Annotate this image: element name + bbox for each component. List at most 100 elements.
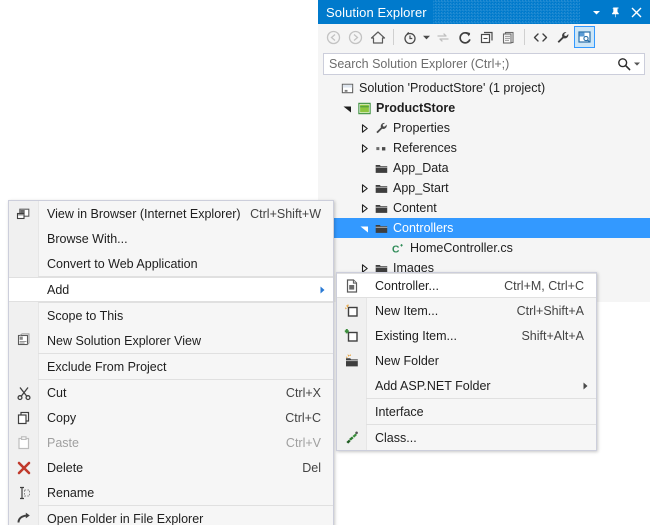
pending-changes-caret-icon[interactable] bbox=[421, 26, 431, 48]
copy-icon bbox=[9, 405, 38, 430]
tree-item-app-start[interactable]: App_Start bbox=[318, 178, 650, 198]
class-icon bbox=[337, 425, 366, 450]
back-icon[interactable] bbox=[323, 26, 344, 48]
submenu-arrow-icon bbox=[315, 286, 333, 294]
no-icon bbox=[9, 277, 38, 302]
menu-item-add-asp-net-folder[interactable]: Add ASP.NET Folder bbox=[337, 373, 596, 398]
forward-icon[interactable] bbox=[345, 26, 366, 48]
view-code-icon[interactable] bbox=[530, 26, 551, 48]
tree-item-productstore[interactable]: ProductStore bbox=[318, 98, 650, 118]
refresh-icon[interactable] bbox=[454, 26, 475, 48]
menu-item-new-solution-explorer-view[interactable]: New Solution Explorer View bbox=[9, 328, 333, 353]
menu-item-label: Interface bbox=[375, 404, 424, 419]
menu-item-view-in-browser-internet-explorer[interactable]: View in Browser (Internet Explorer) Ctrl+… bbox=[9, 201, 333, 226]
menu-item-label: Browse With... bbox=[47, 231, 128, 246]
tree-expander-icon[interactable] bbox=[373, 238, 389, 258]
menu-item-label: Copy bbox=[47, 410, 77, 425]
menu-item-open-folder-in-file-explorer[interactable]: Open Folder in File Explorer bbox=[9, 506, 333, 525]
menu-item-label: View in Browser (Internet Explorer) bbox=[47, 206, 241, 221]
scissors-icon bbox=[9, 380, 38, 405]
tree-item-controllers[interactable]: Controllers bbox=[318, 218, 650, 238]
menu-item-new-folder[interactable]: New Folder bbox=[337, 348, 596, 373]
menu-item-cut[interactable]: Cut Ctrl+X bbox=[9, 380, 333, 405]
tree-expander-icon[interactable] bbox=[339, 98, 355, 118]
toolbar-separator-1 bbox=[393, 29, 394, 45]
menu-item-controller[interactable]: Controller... Ctrl+M, Ctrl+C bbox=[337, 273, 596, 298]
panel-title: Solution Explorer bbox=[326, 4, 427, 20]
menu-item-label: Cut bbox=[47, 385, 67, 400]
new-folder-icon bbox=[337, 348, 366, 373]
menu-item-new-item[interactable]: New Item... Ctrl+Shift+A bbox=[337, 298, 596, 323]
folder-icon bbox=[372, 178, 390, 198]
menu-item-shortcut: Ctrl+M, Ctrl+C bbox=[504, 278, 584, 293]
tree-item-content[interactable]: Content bbox=[318, 198, 650, 218]
properties-icon[interactable] bbox=[552, 26, 573, 48]
menu-item-exclude-from-project[interactable]: Exclude From Project bbox=[9, 354, 333, 379]
search-input[interactable]: Search Solution Explorer (Ctrl+;) bbox=[324, 57, 614, 71]
rename-icon bbox=[9, 480, 38, 505]
panel-dropdown-icon[interactable] bbox=[586, 0, 606, 24]
menu-item-label: Add ASP.NET Folder bbox=[375, 378, 491, 393]
menu-item-delete[interactable]: Delete Del bbox=[9, 455, 333, 480]
tree-expander-icon[interactable] bbox=[356, 198, 372, 218]
tree-item-label: ProductStore bbox=[376, 101, 456, 115]
references-icon bbox=[372, 138, 390, 158]
close-icon[interactable] bbox=[626, 0, 650, 24]
paste-icon bbox=[9, 430, 38, 455]
pin-icon[interactable] bbox=[606, 0, 626, 24]
tree-item-app-data[interactable]: App_Data bbox=[318, 158, 650, 178]
tree-item-label: App_Start bbox=[393, 181, 449, 195]
menu-item-scope-to-this[interactable]: Scope to This bbox=[9, 303, 333, 328]
folder-icon bbox=[372, 218, 390, 238]
menu-item-shortcut: Ctrl+C bbox=[285, 410, 321, 425]
solution-tree[interactable]: Solution 'ProductStore' (1 project) Prod… bbox=[318, 78, 650, 302]
menu-item-label: Rename bbox=[47, 485, 95, 500]
menu-item-label: Paste bbox=[47, 435, 79, 450]
search-solution-explorer-box[interactable]: Search Solution Explorer (Ctrl+;) bbox=[323, 53, 645, 75]
menu-item-class[interactable]: Class... bbox=[337, 425, 596, 450]
no-icon bbox=[337, 399, 366, 424]
preview-selected-items-icon[interactable] bbox=[574, 26, 595, 48]
show-all-files-icon[interactable] bbox=[498, 26, 519, 48]
menu-item-label: Add bbox=[47, 282, 70, 297]
tree-item-label: HomeController.cs bbox=[410, 241, 513, 255]
tree-expander-icon[interactable] bbox=[356, 218, 372, 238]
tree-item-label: Solution 'ProductStore' (1 project) bbox=[359, 81, 546, 95]
pending-changes-icon[interactable] bbox=[399, 26, 420, 48]
collapse-all-icon[interactable] bbox=[476, 26, 497, 48]
titlebar-drag-handle[interactable] bbox=[432, 0, 580, 24]
home-icon[interactable] bbox=[367, 26, 388, 48]
properties-wrench-icon bbox=[372, 118, 390, 138]
tree-expander-icon[interactable] bbox=[356, 158, 372, 178]
menu-item-shortcut: Ctrl+V bbox=[285, 435, 321, 450]
tree-expander-icon[interactable] bbox=[356, 138, 372, 158]
menu-item-convert-to-web-application[interactable]: Convert to Web Application bbox=[9, 251, 333, 276]
solution-explorer-panel: Solution Explorer Search Solution Explor… bbox=[318, 0, 650, 302]
menu-item-copy[interactable]: Copy Ctrl+C bbox=[9, 405, 333, 430]
tree-expander-icon[interactable] bbox=[356, 118, 372, 138]
menu-item-interface[interactable]: Interface bbox=[337, 399, 596, 424]
no-icon bbox=[337, 373, 366, 398]
tree-item-label: Properties bbox=[393, 121, 450, 135]
tree-expander-icon[interactable] bbox=[356, 178, 372, 198]
tree-item-homecontroller-cs[interactable]: C HomeController.cs bbox=[318, 238, 650, 258]
menu-item-label: Convert to Web Application bbox=[47, 256, 198, 271]
menu-item-label: Open Folder in File Explorer bbox=[47, 511, 204, 525]
tree-item-properties[interactable]: Properties bbox=[318, 118, 650, 138]
menu-item-add[interactable]: Add bbox=[9, 277, 333, 302]
magnifier-icon[interactable] bbox=[614, 57, 634, 71]
tree-expander-icon[interactable] bbox=[322, 78, 338, 98]
tree-item-solution-productstore-1-project[interactable]: Solution 'ProductStore' (1 project) bbox=[318, 78, 650, 98]
new-solution-explorer-view-icon bbox=[9, 328, 38, 353]
delete-x-icon bbox=[9, 455, 38, 480]
search-dropdown-caret-icon[interactable] bbox=[634, 62, 644, 66]
menu-item-label: Existing Item... bbox=[375, 328, 457, 343]
menu-item-rename[interactable]: Rename bbox=[9, 480, 333, 505]
menu-item-browse-with[interactable]: Browse With... bbox=[9, 226, 333, 251]
tree-item-label: References bbox=[393, 141, 457, 155]
sync-with-active-document-icon[interactable] bbox=[432, 26, 453, 48]
context-menu: View in Browser (Internet Explorer) Ctrl+… bbox=[8, 200, 334, 525]
tree-item-references[interactable]: References bbox=[318, 138, 650, 158]
menu-item-existing-item[interactable]: Existing Item... Shift+Alt+A bbox=[337, 323, 596, 348]
no-icon bbox=[9, 354, 38, 379]
